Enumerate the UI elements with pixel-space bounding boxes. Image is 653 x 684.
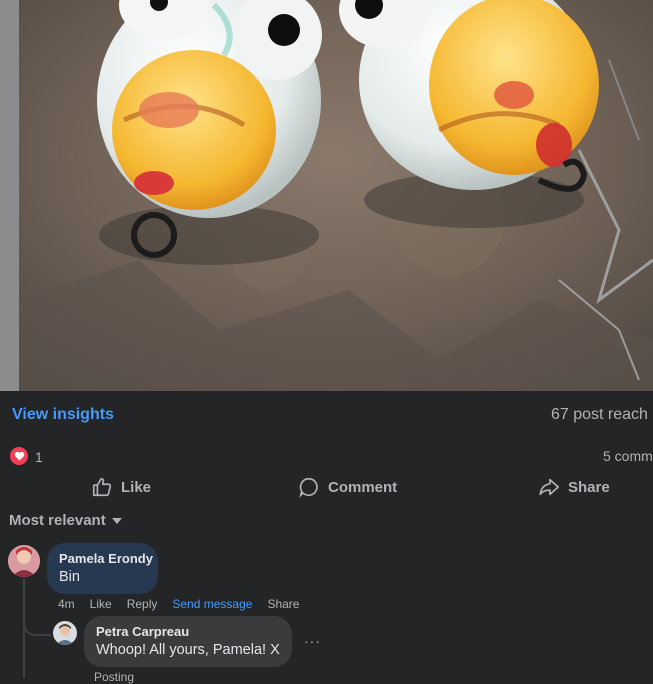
- avatar[interactable]: [53, 621, 77, 645]
- comment-share-link[interactable]: Share: [267, 597, 299, 611]
- sort-label: Most relevant: [9, 512, 106, 529]
- share-button[interactable]: Share: [538, 472, 610, 502]
- share-label: Share: [568, 478, 610, 496]
- reaction-count[interactable]: 1: [35, 449, 43, 465]
- comment-time[interactable]: 4m: [58, 597, 75, 611]
- reply-author[interactable]: Petra Carpreau: [96, 624, 280, 639]
- more-options-button[interactable]: ···: [304, 633, 321, 649]
- comment-bubble: Pamela Erondy Bin: [47, 543, 158, 594]
- comment-sort-dropdown[interactable]: Most relevant: [9, 512, 122, 529]
- like-button[interactable]: Like: [91, 472, 151, 502]
- reply-text: Whoop! All yours, Pamela! X: [96, 642, 280, 658]
- send-message-link[interactable]: Send message: [172, 597, 252, 611]
- reply-bubble: Petra Carpreau Whoop! All yours, Pamela!…: [84, 616, 292, 667]
- post-actions: Like Comment Share: [0, 472, 653, 502]
- reactions-row: 1 5 comments: [0, 440, 653, 470]
- photo-left-edge: [0, 0, 19, 391]
- like-label: Like: [121, 478, 152, 496]
- thumbs-up-icon: [92, 477, 112, 497]
- comment-author[interactable]: Pamela Erondy: [59, 551, 153, 566]
- posting-status: Posting: [94, 670, 135, 684]
- comment-button[interactable]: Comment: [298, 472, 397, 502]
- share-arrow-icon: [539, 478, 559, 496]
- caret-down-icon: [111, 517, 122, 524]
- comment-count[interactable]: 5 comments: [603, 448, 653, 464]
- post-photo[interactable]: [0, 0, 653, 391]
- reply-connector: [23, 612, 51, 636]
- comment-meta: 4m Like Reply Send message Share: [58, 597, 314, 611]
- comment-reply-link[interactable]: Reply: [127, 597, 158, 611]
- insights-row: View insights 67 post reach: [0, 391, 653, 439]
- reply-status: Posting: [94, 670, 149, 684]
- heart-reaction-icon[interactable]: [10, 447, 28, 465]
- comment-label: Comment: [328, 478, 398, 496]
- post-reach-count: 67 post reach: [551, 406, 648, 423]
- comment-text: Bin: [59, 569, 80, 585]
- duck-beads-image: [19, 0, 653, 391]
- avatar[interactable]: [8, 545, 40, 577]
- comment-like-link[interactable]: Like: [90, 597, 112, 611]
- view-insights-link[interactable]: View insights: [12, 406, 114, 424]
- comment-icon: [299, 477, 318, 498]
